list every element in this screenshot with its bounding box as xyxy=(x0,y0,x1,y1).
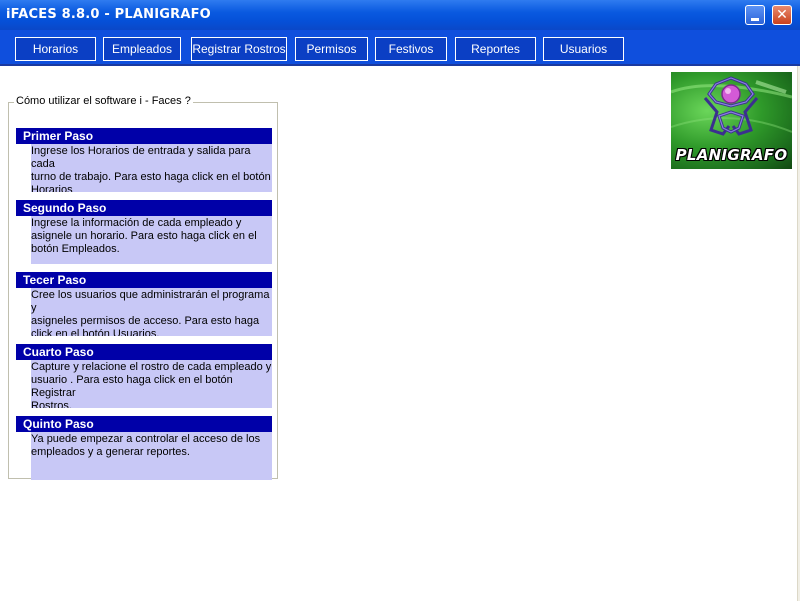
step-2-line-3: botón Empleados. xyxy=(31,243,120,255)
step-2-body: Ingrese la información de cada empleado … xyxy=(31,216,272,264)
guide-title: Cómo utilizar el software i - Faces ? xyxy=(14,95,193,107)
step-3-line-3: click en el botón Usuarios. xyxy=(31,328,160,336)
nav-divider xyxy=(0,64,800,66)
step-4-line-1: Capture y relacione el rostro de cada em… xyxy=(31,361,272,373)
close-icon: ✕ xyxy=(776,7,788,23)
step-5-line-1: Ya puede empezar a controlar el acceso d… xyxy=(31,433,261,445)
step-1-line-1: Ingrese los Horarios de entrada y salida… xyxy=(31,145,251,170)
nav-permisos-button[interactable]: Permisos xyxy=(295,37,368,61)
minimize-button[interactable] xyxy=(745,5,765,25)
step-2-line-1: Ingrese la información de cada empleado … xyxy=(31,217,242,229)
step-3-line-2: asigneles permisos de acceso. Para esto … xyxy=(31,315,260,327)
nav-registrar-rostros-button[interactable]: Registrar Rostros xyxy=(191,37,287,61)
window-title: iFACES 8.8.0 - PLANIGRAFO xyxy=(6,7,211,22)
step-3-header: Tecer Paso xyxy=(16,272,272,288)
step-2-header: Segundo Paso xyxy=(16,200,272,216)
step-1-body: Ingrese los Horarios de entrada y salida… xyxy=(31,144,272,192)
nav-horarios-button[interactable]: Horarios xyxy=(15,37,96,61)
nav-reportes-button[interactable]: Reportes xyxy=(455,37,536,61)
step-1-line-2: turno de trabajo. Para esto haga click e… xyxy=(31,171,271,183)
title-bar[interactable]: iFACES 8.8.0 - PLANIGRAFO xyxy=(0,0,800,30)
nav-usuarios-button[interactable]: Usuarios xyxy=(543,37,624,61)
nav-festivos-button[interactable]: Festivos xyxy=(375,37,447,61)
nav-empleados-button[interactable]: Empleados xyxy=(103,37,181,61)
step-4-body: Capture y relacione el rostro de cada em… xyxy=(31,360,272,408)
step-3-body: Cree los usuarios que administrarán el p… xyxy=(31,288,272,336)
logo-text: PLANIGRAFO xyxy=(675,146,788,164)
step-5-line-2: empleados y a generar reportes. xyxy=(31,446,190,458)
step-2-line-2: asignele un horario. Para esto haga clic… xyxy=(31,230,257,242)
step-1-line-3: Horarios xyxy=(31,184,73,192)
step-3-line-1: Cree los usuarios que administrarán el p… xyxy=(31,289,270,314)
step-5-body: Ya puede empezar a controlar el acceso d… xyxy=(31,432,272,480)
step-1-header: Primer Paso xyxy=(16,128,272,144)
step-5-header: Quinto Paso xyxy=(16,416,272,432)
minimize-icon xyxy=(751,18,759,21)
close-button[interactable]: ✕ xyxy=(772,5,792,25)
planigrafo-logo: PLANIGRAFO xyxy=(671,72,792,169)
step-4-line-2: usuario . Para esto haga click en el bot… xyxy=(31,374,233,399)
step-4-line-3: Rostros. xyxy=(31,400,72,408)
step-4-header: Cuarto Paso xyxy=(16,344,272,360)
